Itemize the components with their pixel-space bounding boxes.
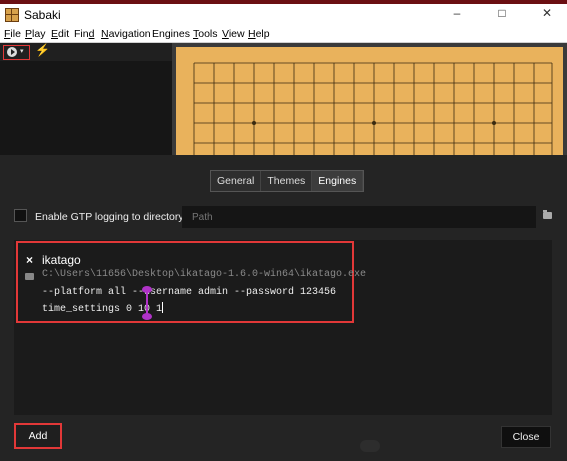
text-caret xyxy=(162,302,164,313)
go-board[interactable] xyxy=(176,47,563,159)
sabaki-app-icon xyxy=(5,8,19,22)
browse-folder-icon[interactable] xyxy=(25,273,34,280)
menu-tools[interactable]: Tools xyxy=(193,28,218,40)
engine-actions-button[interactable]: ▾ xyxy=(3,45,30,60)
engine-name-field[interactable]: ikatago xyxy=(42,253,81,267)
window-title: Sabaki xyxy=(24,8,61,22)
text-cursor-icon xyxy=(142,286,152,320)
menu-edit[interactable]: Edit xyxy=(51,28,69,40)
gtp-logging-checkbox[interactable] xyxy=(14,209,27,222)
tab-engines[interactable]: Engines xyxy=(312,171,364,191)
add-engine-button[interactable]: Add xyxy=(14,423,62,449)
title-bar: Sabaki – □ ✕ xyxy=(0,0,567,26)
chevron-down-icon: ▾ xyxy=(20,48,24,55)
menu-play[interactable]: Play xyxy=(25,28,45,40)
engine-sidebar: ▾ ⚡ xyxy=(0,43,172,155)
flash-icon[interactable]: ⚡ xyxy=(35,43,50,57)
engine-toolbar: ▾ ⚡ xyxy=(0,43,172,61)
engine-list: × ikatago C:\Users\11656\Desktop\ikatago… xyxy=(14,240,552,415)
folder-icon[interactable] xyxy=(543,210,552,219)
menu-file[interactable]: File xyxy=(4,28,21,40)
gtp-log-path-input[interactable] xyxy=(182,206,536,228)
remove-engine-icon[interactable]: × xyxy=(26,253,33,267)
board-grid xyxy=(193,62,553,159)
tab-themes[interactable]: Themes xyxy=(261,171,313,191)
menu-find[interactable]: Find xyxy=(74,28,94,40)
engine-entry: × ikatago C:\Users\11656\Desktop\ikatago… xyxy=(16,241,366,323)
engine-arguments-field[interactable]: --platform all --username admin --passwo… xyxy=(42,287,336,298)
menu-navigation[interactable]: Navigation xyxy=(101,28,151,40)
minimize-button[interactable]: – xyxy=(442,6,472,20)
tab-general[interactable]: General xyxy=(211,171,262,191)
gtp-logging-label: Enable GTP logging to directory: xyxy=(35,211,187,223)
close-window-button[interactable]: ✕ xyxy=(532,6,562,20)
menu-engines[interactable]: Engines xyxy=(152,28,190,40)
toggle-switch xyxy=(360,440,380,452)
close-preferences-button[interactable]: Close xyxy=(501,426,551,448)
engine-path-field[interactable]: C:\Users\11656\Desktop\ikatago-1.6.0-win… xyxy=(42,269,366,280)
menu-help[interactable]: Help xyxy=(248,28,270,40)
menu-bar: File Play Edit Find Navigation Engines T… xyxy=(0,26,567,43)
maximize-button[interactable]: □ xyxy=(487,6,517,20)
play-icon xyxy=(7,47,17,57)
menu-view[interactable]: View xyxy=(222,28,245,40)
board-area xyxy=(172,43,567,159)
preferences-tabs: General Themes Engines xyxy=(210,170,365,192)
